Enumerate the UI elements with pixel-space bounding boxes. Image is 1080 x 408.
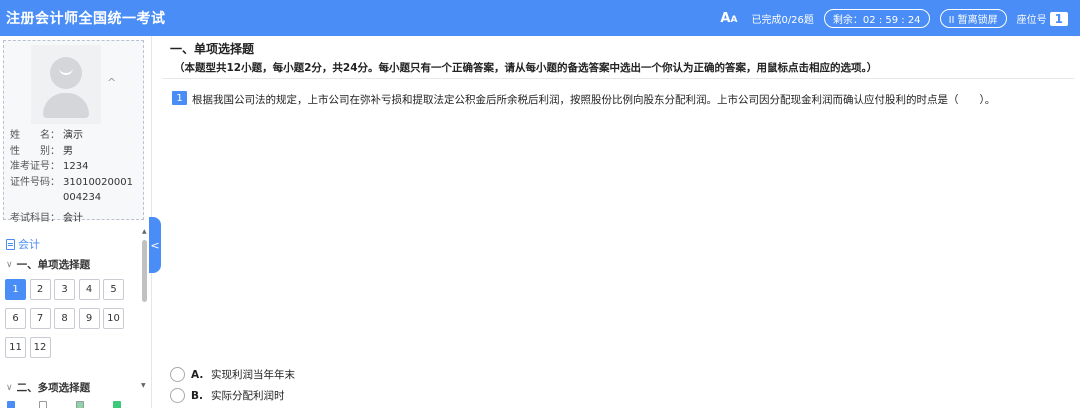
info-label: 考试科目： [10,212,60,224]
question-nav-button[interactable]: 5 [103,279,124,300]
sidebar-toggle-button[interactable]: < [149,217,161,273]
exam-title: 注册会计师全国统一考试 [6,11,166,27]
radio-button[interactable] [170,367,185,382]
info-label: 姓 名： [10,130,60,141]
section-single-choice[interactable]: ∨ 一、单项选择题 [6,257,90,272]
divider [162,78,1074,79]
font-size-icon[interactable]: AA [720,11,737,26]
chevron-down-icon: ∨ [6,382,13,393]
info-value: 会计 [63,212,83,224]
top-bar: 注册会计师全国统一考试 AA 已完成0/26题 剩余：02 : 59 : 24 … [0,0,1080,36]
question-nav-button[interactable]: 11 [5,337,26,358]
question-nav-button[interactable]: 6 [5,308,26,329]
question-nav-button[interactable]: 9 [78,308,100,329]
candidate-info: 姓 名： 演示性 别：男准考证号： 1234 证件号码： 310100200010042… [10,128,135,226]
subject-link[interactable]: 会计 [6,236,40,252]
info-label: 准考证号： [10,161,60,172]
legend-marked-swatch [76,401,84,408]
seat-number: 1 [1049,11,1068,26]
document-icon [6,238,15,250]
info-label: 证件号码： [10,176,60,188]
option-letter: B. [191,389,203,402]
completed-count: 已完成0/26题 [751,14,814,26]
info-value: 演示 [63,130,83,141]
section-instructions: （本题型共12小题，每小题2分，共24分。每小题只有一个正确答案，请从每小题的备… [174,62,878,74]
radio-button[interactable] [170,388,185,403]
subject-name: 会计 [18,238,40,251]
info-row: 性 别：男 [10,144,135,160]
question-nav-button[interactable]: 10 [103,308,124,329]
scroll-up-icon[interactable]: ▲ [142,228,147,235]
seat-label: 座位号 1 [1017,11,1068,26]
info-row: 姓 名： 演示 [10,128,135,144]
section-multi-choice-label: 二、多项选择题 [16,382,91,394]
pause-lock-button[interactable]: II 暂离锁屏 [939,8,1007,28]
info-row: 准考证号： 1234 [10,159,135,175]
question-nav-button[interactable]: 1 [5,279,26,300]
question-nav-button[interactable]: 7 [29,308,51,329]
candidate-card: ^ 姓 名： 演示性 别：男准考证号： 1234 证件号码： 3101002000100… [3,40,144,224]
option-letter: A. [191,368,204,381]
section-multi-choice[interactable]: ∨ 二、多项选择题 [6,380,90,395]
question-stem: 根据我国公司法的规定，上市公司在弥补亏损和提取法定公积金后所余税后利润，按照股份… [192,94,996,106]
legend-current-swatch [113,401,121,408]
avatar [31,45,101,124]
seat-label-text: 座位号 [1016,14,1047,26]
remaining-timer: 剩余：02 : 59 : 24 [823,8,930,28]
header-status: AA 已完成0/26题 剩余：02 : 59 : 24 II 暂离锁屏 座位号 1 [720,0,1068,36]
info-row: 证件号码： 31010020001004234 [10,175,135,206]
option-b[interactable]: B. 实际分配利润时 [170,388,285,403]
section-title: 一、单项选择题 [170,42,255,56]
sidebar: ^ 姓 名： 演示性 别：男准考证号： 1234 证件号码： 3101002000100… [0,36,152,408]
question-nav-button[interactable]: 2 [29,279,51,300]
chevron-left-icon: < [150,238,160,252]
option-text: 实现利润当年年末 [211,369,295,381]
info-value: 31010020001004234 [63,176,133,204]
info-row: 考试科目： 会计 [10,211,135,227]
question-nav-button[interactable]: 4 [78,279,100,300]
question-nav-button[interactable]: 3 [54,279,75,300]
section-single-choice-label: 一、单项选择题 [16,259,91,271]
question-nav-button[interactable]: 8 [54,308,75,329]
option-a[interactable]: A. 实现利润当年年末 [170,367,295,382]
option-text: 实际分配利润时 [211,390,285,402]
info-value: 男 [63,145,73,157]
chevron-down-icon: ∨ [6,259,13,270]
question-panel: 一、单项选择题 （本题型共12小题，每小题2分，共24分。每小题只有一个正确答案… [162,36,1080,408]
chevron-up-icon[interactable]: ^ [107,76,116,89]
sidebar-scrollbar[interactable]: ▲ [142,228,147,408]
avatar-body-shape [43,93,89,118]
question-nav-button[interactable]: 12 [29,337,51,358]
scrollbar-thumb[interactable] [142,240,147,302]
legend-answered-swatch [7,401,15,408]
info-label: 性 别： [10,145,60,157]
info-value: 1234 [63,161,89,172]
legend-unanswered-swatch [39,401,47,408]
